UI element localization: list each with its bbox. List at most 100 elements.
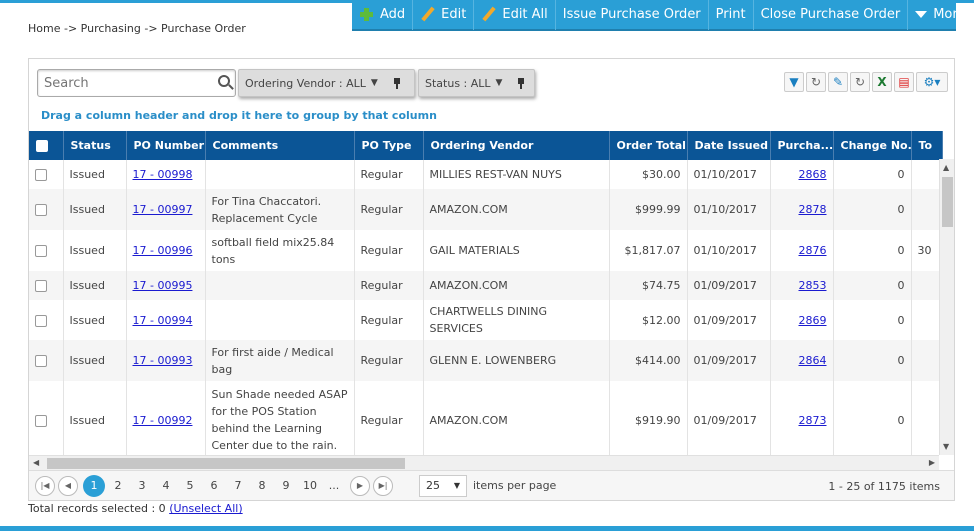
col-to[interactable]: To xyxy=(911,131,943,160)
table-row[interactable]: Issued 17 - 00998 Regular MILLIES REST-V… xyxy=(29,160,943,189)
table-row[interactable]: Issued 17 - 00995 Regular AMAZON.COM $74… xyxy=(29,271,943,300)
edit-button[interactable]: Edit xyxy=(413,0,475,30)
page-2[interactable]: 2 xyxy=(107,475,129,497)
col-status[interactable]: Status xyxy=(63,131,127,160)
excel-icon[interactable]: X xyxy=(872,72,892,92)
table-row[interactable]: Issued 17 - 00994 Regular CHARTWELLS DIN… xyxy=(29,300,943,340)
table-row[interactable]: Issued 17 - 00993 For first aide / Medic… xyxy=(29,340,943,381)
col-change-no[interactable]: Change No. xyxy=(833,131,912,160)
filter-icon[interactable]: ▼ xyxy=(784,72,804,92)
row-checkbox[interactable] xyxy=(29,300,64,340)
col-po-number[interactable]: PO Number▾ xyxy=(126,131,206,160)
requisition-link[interactable]: 2878 xyxy=(799,203,827,216)
col-date-issued[interactable]: Date Issued xyxy=(687,131,771,160)
page-1[interactable]: 1 xyxy=(83,474,105,497)
page-5[interactable]: 5 xyxy=(179,475,201,497)
unselect-all-link[interactable]: (Unselect All) xyxy=(169,502,242,515)
requisition-link[interactable]: 2853 xyxy=(799,279,827,292)
scroll-left-icon[interactable]: ◀ xyxy=(33,458,39,467)
issue-po-button[interactable]: Issue Purchase Order xyxy=(556,0,709,30)
page-4[interactable]: 4 xyxy=(155,475,177,497)
scroll-down-icon[interactable]: ▼ xyxy=(943,442,949,451)
total-selected: Total records selected : 0 (Unselect All… xyxy=(28,502,243,515)
requisition-link[interactable]: 2876 xyxy=(799,244,827,257)
horizontal-scroll-thumb[interactable] xyxy=(47,458,405,469)
reset-icon[interactable]: ↻ xyxy=(850,72,870,92)
page-9[interactable]: 9 xyxy=(275,475,297,497)
col-comments[interactable]: Comments xyxy=(205,131,355,160)
row-checkbox[interactable] xyxy=(29,340,64,381)
pin-icon[interactable] xyxy=(393,77,400,89)
scroll-up-icon[interactable]: ▲ xyxy=(943,163,949,172)
date-issued-cell: 01/10/2017 xyxy=(687,160,771,189)
page-7[interactable]: 7 xyxy=(227,475,249,497)
po-number-link[interactable]: 17 - 00994 xyxy=(133,314,193,327)
wrench-icon[interactable]: ✎ xyxy=(828,72,848,92)
change-no-cell: 0 xyxy=(833,300,912,340)
status-filter-chip[interactable]: Status : ALL ▼ xyxy=(418,69,535,97)
col-po-type[interactable]: PO Type xyxy=(354,131,424,160)
row-checkbox[interactable] xyxy=(29,381,64,455)
refresh-icon[interactable]: ↻ xyxy=(806,72,826,92)
page-10[interactable]: 10 xyxy=(299,475,321,497)
po-number-link[interactable]: 17 - 00997 xyxy=(133,203,193,216)
table-row[interactable]: Issued 17 - 00996 softball field mix25.8… xyxy=(29,230,943,271)
col-order-total[interactable]: Order Total xyxy=(609,131,688,160)
page-6[interactable]: 6 xyxy=(203,475,225,497)
requisition-cell: 2868 xyxy=(770,160,834,189)
comments-cell xyxy=(205,160,355,189)
vendor-cell: GLENN E. LOWENBERG xyxy=(423,340,610,381)
pin-icon[interactable] xyxy=(518,77,525,89)
page-more[interactable]: ... xyxy=(323,475,345,497)
requisition-cell: 2864 xyxy=(770,340,834,381)
vertical-scrollbar[interactable]: ▲ ▼ xyxy=(939,159,954,455)
vendor-filter-chip[interactable]: Ordering Vendor : ALL ▼ xyxy=(238,69,415,97)
col-vendor[interactable]: Ordering Vendor xyxy=(423,131,610,160)
table-row[interactable]: Issued 17 - 00992 Sun Shade needed ASAP … xyxy=(29,381,943,455)
po-number-link[interactable]: 17 - 00995 xyxy=(133,279,193,292)
per-page-value: 25 xyxy=(426,479,440,492)
page-3[interactable]: 3 xyxy=(131,475,153,497)
first-page-icon[interactable]: |◀ xyxy=(35,475,55,496)
scroll-right-icon[interactable]: ▶ xyxy=(929,458,935,467)
to-cell xyxy=(911,300,943,340)
search-icon[interactable] xyxy=(218,75,230,87)
page-info: 1 - 25 of 1175 items xyxy=(828,480,940,493)
vertical-scroll-thumb[interactable] xyxy=(942,177,953,227)
select-all-checkbox[interactable] xyxy=(29,131,64,160)
table-row[interactable]: Issued 17 - 00997 For Tina Chaccatori. R… xyxy=(29,189,943,230)
add-button[interactable]: Add xyxy=(352,0,414,30)
group-hint: Drag a column header and drop it here to… xyxy=(41,109,437,122)
row-checkbox[interactable] xyxy=(29,271,64,300)
requisition-link[interactable]: 2873 xyxy=(799,414,827,427)
search-input[interactable] xyxy=(37,69,236,97)
last-page-icon[interactable]: ▶| xyxy=(373,475,393,496)
more-label: More xyxy=(933,7,966,22)
chevron-down-icon[interactable]: ▼ xyxy=(496,78,503,88)
per-page-select[interactable]: 25 ▼ xyxy=(419,474,467,497)
po-number-link[interactable]: 17 - 00993 xyxy=(133,354,193,367)
settings-icon[interactable]: ⚙▾ xyxy=(916,72,948,92)
next-page-icon[interactable]: ▶ xyxy=(350,475,370,496)
col-requisition[interactable]: Purcha... xyxy=(770,131,834,160)
pdf-icon[interactable]: ▤ xyxy=(894,72,914,92)
close-po-button[interactable]: Close Purchase Order xyxy=(754,0,909,30)
row-checkbox[interactable] xyxy=(29,160,64,189)
po-number-link[interactable]: 17 - 00996 xyxy=(133,244,193,257)
prev-page-icon[interactable]: ◀ xyxy=(58,475,78,496)
row-checkbox[interactable] xyxy=(29,189,64,230)
chevron-down-icon[interactable]: ▼ xyxy=(371,78,378,88)
po-number-link[interactable]: 17 - 00998 xyxy=(133,168,193,181)
more-button[interactable]: More xyxy=(908,0,972,30)
print-button[interactable]: Print xyxy=(709,0,754,30)
requisition-link[interactable]: 2869 xyxy=(799,314,827,327)
page-8[interactable]: 8 xyxy=(251,475,273,497)
edit-all-button[interactable]: Edit All xyxy=(474,0,556,30)
order-total-cell: $30.00 xyxy=(609,160,688,189)
comments-cell: softball field mix25.84 tons xyxy=(205,230,355,271)
requisition-link[interactable]: 2864 xyxy=(799,354,827,367)
po-number-link[interactable]: 17 - 00992 xyxy=(133,414,193,427)
row-checkbox[interactable] xyxy=(29,230,64,271)
requisition-link[interactable]: 2868 xyxy=(799,168,827,181)
horizontal-scrollbar[interactable]: ◀ ▶ xyxy=(29,455,939,470)
